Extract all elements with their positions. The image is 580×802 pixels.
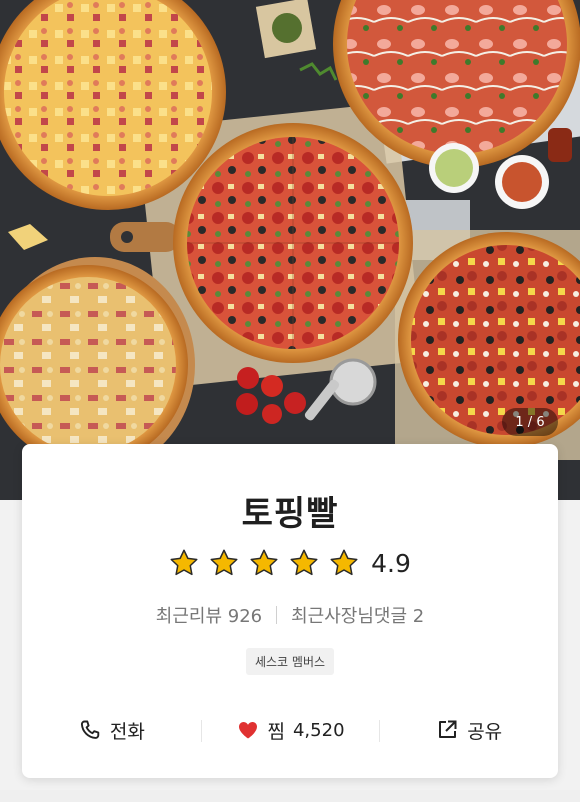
rating-row: 4.9 [22,548,558,578]
star-icon [290,549,318,576]
pizza-photo [0,0,580,500]
badge-container: 세스코 멤버스 [22,648,558,675]
favorite-label: 찜 [267,720,285,743]
star-icon [250,549,278,576]
favorite-button[interactable]: 찜 4,520 [200,702,380,758]
divider [276,606,278,624]
phone-icon [80,720,100,739]
store-info-card: 토핑빨 4.9 최근리뷰 926 최근사장님댓글 2 세스코 멤버스 전화 찜 … [22,444,558,778]
star-rating [169,548,359,578]
star-icon [210,549,238,576]
image-page-indicator: 1 / 6 [502,408,558,436]
action-bar: 전화 찜 4,520 공유 [22,702,558,758]
call-label: 전화 [109,720,145,743]
share-label: 공유 [467,720,503,743]
cesco-members-badge: 세스코 멤버스 [245,648,335,675]
call-button[interactable]: 전화 [22,702,201,758]
recent-owner-comments-link[interactable]: 최근사장님댓글 2 [291,602,424,628]
favorite-count: 4,520 [292,719,345,741]
star-icon [170,549,198,576]
share-button[interactable]: 공유 [379,702,558,758]
hero-image[interactable]: 1 / 6 [0,0,580,500]
rating-value: 4.9 [371,548,411,578]
recent-reviews-link[interactable]: 최근리뷰 926 [156,602,262,628]
review-stats: 최근리뷰 926 최근사장님댓글 2 [22,602,558,628]
share-icon [439,720,457,738]
heart-icon [238,722,257,739]
store-name: 토핑빨 [241,494,339,534]
bottom-spacer [0,790,580,802]
star-icon [330,549,358,576]
